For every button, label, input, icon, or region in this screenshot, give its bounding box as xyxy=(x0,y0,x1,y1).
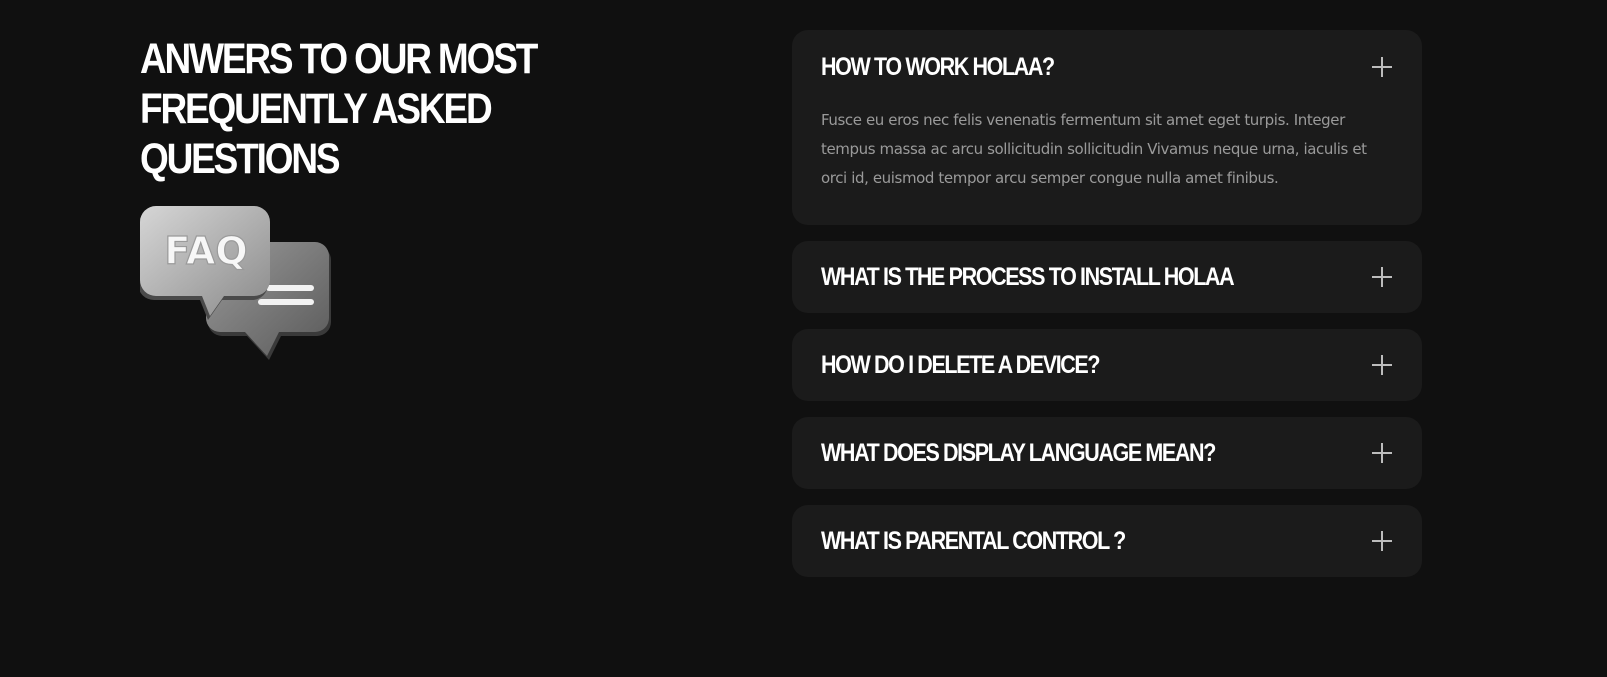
faq-question: WHAT IS THE PROCESS TO INSTALL HOLAA xyxy=(821,262,1235,291)
faq-question-toggle[interactable]: WHAT IS THE PROCESS TO INSTALL HOLAA xyxy=(792,241,1422,313)
faq-item: WHAT IS THE PROCESS TO INSTALL HOLAA xyxy=(792,241,1422,313)
faq-accordion: HOW TO WORK HOLAA? Fusce eu eros nec fel… xyxy=(792,30,1422,593)
faq-item: WHAT DOES DISPLAY LANGUAGE MEAN? xyxy=(792,417,1422,489)
plus-icon[interactable] xyxy=(1372,355,1392,375)
plus-icon[interactable] xyxy=(1372,57,1392,77)
faq-question: HOW DO I DELETE A DEVICE? xyxy=(821,350,1101,379)
faq-chat-bubbles-icon: FAQ xyxy=(140,206,331,360)
plus-icon[interactable] xyxy=(1372,443,1392,463)
section-title-line: FREQUENTLY ASKED xyxy=(140,85,493,133)
faq-intro: ANWERS TO OUR MOST FREQUENTLY ASKED QUES… xyxy=(140,34,580,184)
faq-question: WHAT DOES DISPLAY LANGUAGE MEAN? xyxy=(821,438,1216,467)
faq-item: HOW TO WORK HOLAA? Fusce eu eros nec fel… xyxy=(792,30,1422,225)
section-title: ANWERS TO OUR MOST FREQUENTLY ASKED QUES… xyxy=(140,34,538,184)
plus-icon[interactable] xyxy=(1372,531,1392,551)
faq-question-toggle[interactable]: WHAT DOES DISPLAY LANGUAGE MEAN? xyxy=(792,417,1422,489)
faq-item: WHAT IS PARENTAL CONTROL ? xyxy=(792,505,1422,577)
faq-answer: Fusce eu eros nec felis venenatis fermen… xyxy=(821,111,1367,187)
faq-question: HOW TO WORK HOLAA? xyxy=(821,52,1055,81)
section-title-line: ANWERS TO OUR MOST xyxy=(140,35,538,83)
faq-question-toggle[interactable]: HOW TO WORK HOLAA? xyxy=(792,30,1422,104)
faq-badge-label: FAQ xyxy=(164,229,247,273)
faq-item: HOW DO I DELETE A DEVICE? xyxy=(792,329,1422,401)
faq-question-toggle[interactable]: WHAT IS PARENTAL CONTROL ? xyxy=(792,505,1422,577)
faq-question: WHAT IS PARENTAL CONTROL ? xyxy=(821,526,1126,555)
section-title-line: QUESTIONS xyxy=(140,135,341,183)
faq-question-toggle[interactable]: HOW DO I DELETE A DEVICE? xyxy=(792,329,1422,401)
plus-icon[interactable] xyxy=(1372,267,1392,287)
faq-section: ANWERS TO OUR MOST FREQUENTLY ASKED QUES… xyxy=(0,0,1607,677)
